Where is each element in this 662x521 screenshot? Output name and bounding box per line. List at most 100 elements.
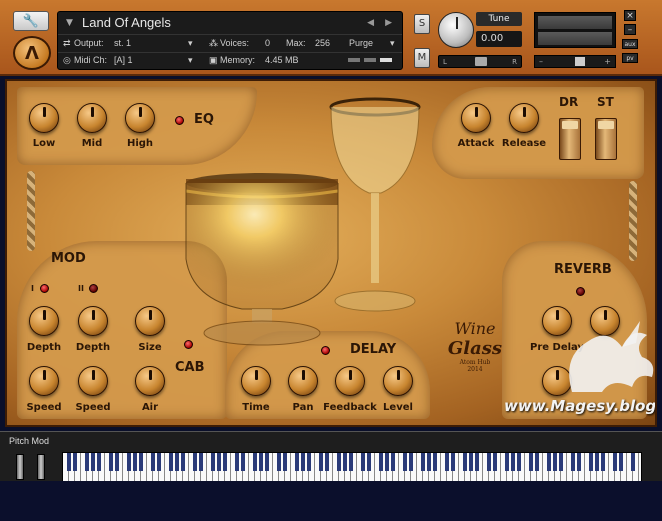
st-fader[interactable] xyxy=(595,118,617,160)
size-knob[interactable] xyxy=(135,306,165,336)
mod2-depth-knob[interactable] xyxy=(78,306,108,336)
eq-low-knob[interactable] xyxy=(29,103,59,133)
mod1-depth-knob[interactable] xyxy=(29,306,59,336)
mod2-speed-knob[interactable] xyxy=(78,366,108,396)
black-key[interactable] xyxy=(241,453,245,471)
black-key[interactable] xyxy=(283,453,287,471)
black-key[interactable] xyxy=(385,453,389,471)
black-key[interactable] xyxy=(493,453,497,471)
black-key[interactable] xyxy=(463,453,467,471)
black-key[interactable] xyxy=(529,453,533,471)
black-key[interactable] xyxy=(349,453,353,471)
black-key[interactable] xyxy=(199,453,203,471)
attack-knob[interactable] xyxy=(461,103,491,133)
black-key[interactable] xyxy=(169,453,173,471)
pan-slider[interactable]: L R xyxy=(438,55,522,68)
eq-mid-knob[interactable] xyxy=(77,103,107,133)
tune-knob[interactable] xyxy=(438,12,474,48)
black-key[interactable] xyxy=(235,453,239,471)
black-key[interactable] xyxy=(193,453,197,471)
mod-1-led[interactable] xyxy=(40,284,49,293)
black-key[interactable] xyxy=(631,453,635,471)
black-key[interactable] xyxy=(175,453,179,471)
black-key[interactable] xyxy=(277,453,281,471)
delay-led[interactable] xyxy=(321,346,330,355)
black-key[interactable] xyxy=(67,453,71,471)
black-key[interactable] xyxy=(391,453,395,471)
black-key[interactable] xyxy=(343,453,347,471)
black-key[interactable] xyxy=(571,453,575,471)
solo-button[interactable]: S xyxy=(414,14,430,34)
black-key[interactable] xyxy=(139,453,143,471)
black-key[interactable] xyxy=(535,453,539,471)
black-key[interactable] xyxy=(595,453,599,471)
output-select[interactable]: st. 1 xyxy=(114,38,131,48)
midi-dropdown-icon[interactable]: ▾ xyxy=(188,55,193,66)
black-key[interactable] xyxy=(91,453,95,471)
black-key[interactable] xyxy=(577,453,581,471)
black-key[interactable] xyxy=(127,453,131,471)
black-key[interactable] xyxy=(613,453,617,471)
delay-pan-knob[interactable] xyxy=(288,366,318,396)
mod1-speed-knob[interactable] xyxy=(29,366,59,396)
black-key[interactable] xyxy=(361,453,365,471)
black-key[interactable] xyxy=(409,453,413,471)
black-key[interactable] xyxy=(469,453,473,471)
black-key[interactable] xyxy=(337,453,341,471)
black-key[interactable] xyxy=(553,453,557,471)
black-key[interactable] xyxy=(259,453,263,471)
pv-button[interactable]: pv xyxy=(622,53,638,63)
instrument-menu-icon[interactable]: ▼ xyxy=(66,18,73,28)
air-knob[interactable] xyxy=(135,366,165,396)
black-key[interactable] xyxy=(223,453,227,471)
mod-wheel[interactable] xyxy=(37,454,45,480)
output-dropdown-icon[interactable]: ▾ xyxy=(188,38,193,49)
midi-channel-select[interactable]: [A] 1 xyxy=(114,55,133,65)
tune-value[interactable]: 0.00 xyxy=(476,31,522,47)
black-key[interactable] xyxy=(475,453,479,471)
black-key[interactable] xyxy=(379,453,383,471)
black-key[interactable] xyxy=(97,453,101,471)
black-key[interactable] xyxy=(427,453,431,471)
black-key[interactable] xyxy=(511,453,515,471)
pan-thumb[interactable] xyxy=(475,57,487,66)
black-key[interactable] xyxy=(265,453,269,471)
black-key[interactable] xyxy=(109,453,113,471)
black-key[interactable] xyxy=(85,453,89,471)
aux-button[interactable]: aux xyxy=(622,39,638,49)
release-knob[interactable] xyxy=(509,103,539,133)
eq-led[interactable] xyxy=(175,116,184,125)
black-key[interactable] xyxy=(73,453,77,471)
black-key[interactable] xyxy=(307,453,311,471)
delay-time-knob[interactable] xyxy=(241,366,271,396)
black-key[interactable] xyxy=(403,453,407,471)
minimize-button[interactable]: – xyxy=(624,24,636,35)
black-key[interactable] xyxy=(487,453,491,471)
black-key[interactable] xyxy=(547,453,551,471)
cab-led[interactable] xyxy=(184,340,193,349)
black-key[interactable] xyxy=(157,453,161,471)
black-key[interactable] xyxy=(601,453,605,471)
next-instrument-icon[interactable]: ▶ xyxy=(385,18,392,28)
black-key[interactable] xyxy=(319,453,323,471)
black-key[interactable] xyxy=(301,453,305,471)
black-key[interactable] xyxy=(367,453,371,471)
eq-high-knob[interactable] xyxy=(125,103,155,133)
black-key[interactable] xyxy=(181,453,185,471)
black-key[interactable] xyxy=(505,453,509,471)
black-key[interactable] xyxy=(559,453,563,471)
black-key[interactable] xyxy=(589,453,593,471)
mute-button[interactable]: M xyxy=(414,48,430,68)
black-key[interactable] xyxy=(115,453,119,471)
purge-dropdown-icon[interactable]: ▾ xyxy=(390,38,395,49)
pitch-wheel[interactable] xyxy=(16,454,24,480)
black-key[interactable] xyxy=(253,453,257,471)
wrench-icon[interactable]: 🔧 xyxy=(13,11,49,31)
black-key[interactable] xyxy=(295,453,299,471)
delay-level-knob[interactable] xyxy=(383,366,413,396)
black-key[interactable] xyxy=(217,453,221,471)
black-key[interactable] xyxy=(445,453,449,471)
black-key[interactable] xyxy=(151,453,155,471)
volume-slider[interactable]: – + xyxy=(534,55,616,68)
black-key[interactable] xyxy=(451,453,455,471)
